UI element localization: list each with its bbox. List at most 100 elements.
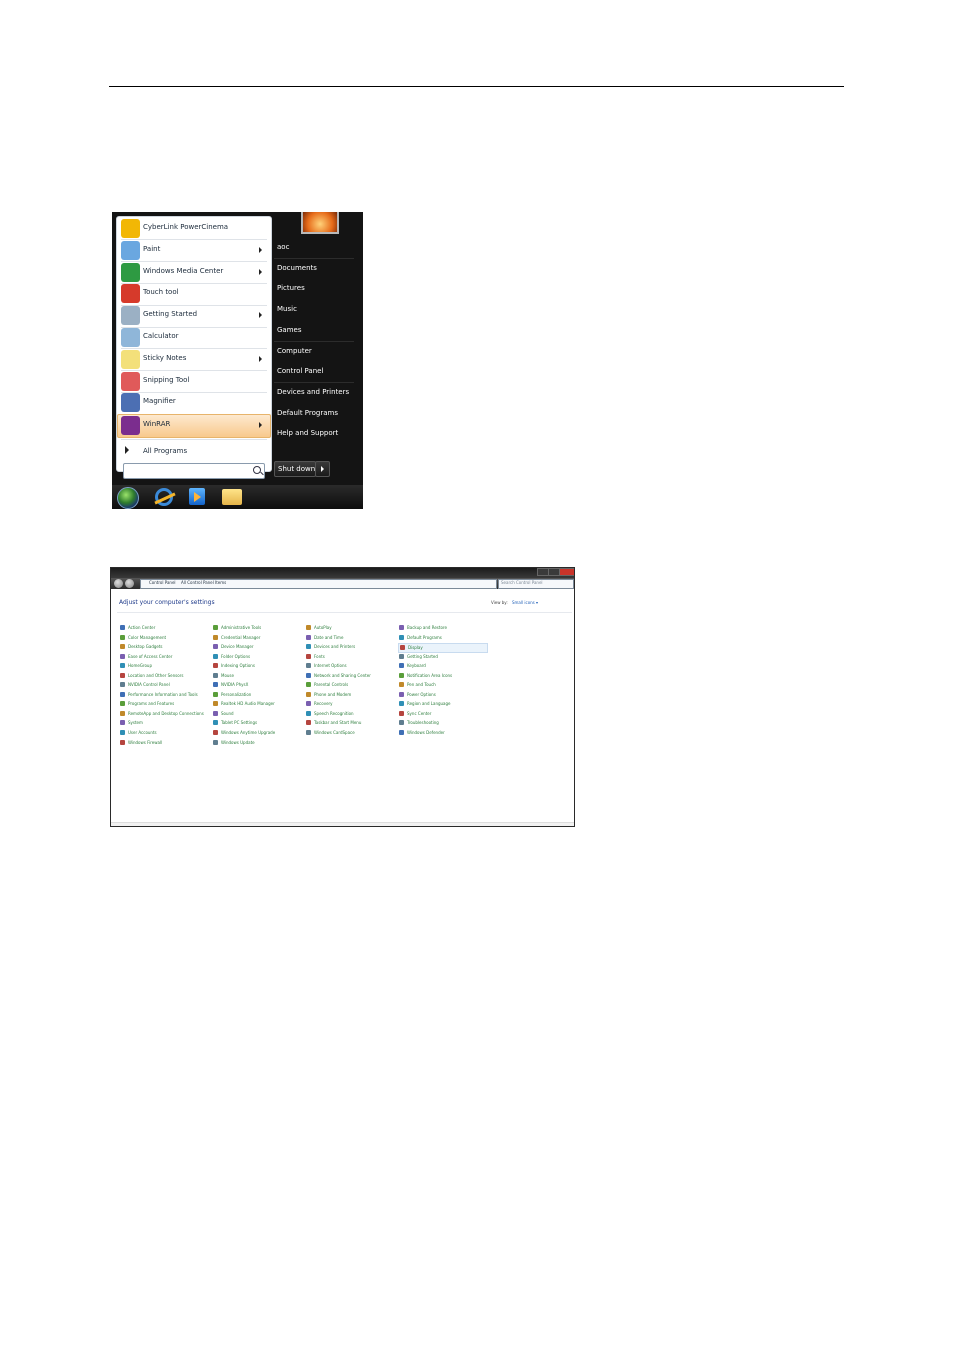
start-right-item-help-and-support[interactable]: Help and Support bbox=[272, 425, 356, 443]
cp-item-location-and-other-sensors[interactable]: Location and Other Sensors bbox=[119, 672, 211, 682]
cp-item-backup-and-restore[interactable]: Backup and Restore bbox=[398, 624, 490, 634]
cp-item-windows-defender[interactable]: Windows Defender bbox=[398, 729, 490, 739]
cp-item-keyboard[interactable]: Keyboard bbox=[398, 662, 490, 672]
cp-item-troubleshooting[interactable]: Troubleshooting bbox=[398, 719, 490, 729]
cp-item-pen-and-touch[interactable]: Pen and Touch bbox=[398, 681, 490, 691]
start-right-item-computer[interactable]: Computer bbox=[272, 343, 356, 361]
cp-item-windows-cardspace[interactable]: Windows CardSpace bbox=[305, 729, 397, 739]
cp-item-remoteapp-and-desktop-connections[interactable]: RemoteApp and Desktop Connections bbox=[119, 710, 211, 720]
cp-item-label: Device Manager bbox=[221, 644, 254, 650]
cp-item-sync-center[interactable]: Sync Center bbox=[398, 710, 490, 720]
cp-item-label: Performance Information and Tools bbox=[128, 691, 198, 697]
internet-explorer-icon[interactable] bbox=[155, 488, 173, 506]
cp-item-label: Default Programs bbox=[407, 634, 442, 640]
cp-item-region-and-language[interactable]: Region and Language bbox=[398, 700, 490, 710]
program-item-calculator[interactable]: Calculator bbox=[118, 327, 270, 349]
close-button[interactable] bbox=[559, 568, 574, 576]
media-player-icon[interactable] bbox=[189, 488, 205, 505]
program-item-windows-media-center[interactable]: Windows Media Center bbox=[118, 262, 270, 284]
all-programs-button[interactable]: All Programs bbox=[118, 442, 270, 460]
breadcrumb-all-items[interactable]: All Control Panel Items bbox=[181, 580, 226, 585]
cp-item-recovery[interactable]: Recovery bbox=[305, 700, 397, 710]
shutdown-options-button[interactable] bbox=[315, 461, 330, 477]
cp-item-indexing-options[interactable]: Indexing Options bbox=[212, 662, 304, 672]
program-item-magnifier[interactable]: Magnifier bbox=[118, 392, 270, 414]
cp-item-notification-area-icons[interactable]: Notification Area Icons bbox=[398, 672, 490, 682]
cp-item-default-programs[interactable]: Default Programs bbox=[398, 634, 490, 644]
cp-item-windows-firewall[interactable]: Windows Firewall bbox=[119, 739, 211, 749]
cp-item-label: Color Management bbox=[128, 634, 167, 640]
cp-item-taskbar-and-start-menu[interactable]: Taskbar and Start Menu bbox=[305, 719, 397, 729]
cp-item-credential-manager[interactable]: Credential Manager bbox=[212, 634, 304, 644]
start-right-item-music[interactable]: Music bbox=[272, 301, 356, 319]
cp-item-programs-and-features[interactable]: Programs and Features bbox=[119, 700, 211, 710]
cp-item-label: Date and Time bbox=[314, 634, 344, 640]
cp-item-user-accounts[interactable]: User Accounts bbox=[119, 729, 211, 739]
cp-item-getting-started[interactable]: Getting Started bbox=[398, 653, 490, 663]
view-by-dropdown[interactable]: Small icons ▾ bbox=[512, 600, 538, 605]
start-right-item-aoc[interactable]: aoc bbox=[272, 239, 356, 257]
user-picture[interactable] bbox=[301, 212, 339, 234]
start-right-item-devices-and-printers[interactable]: Devices and Printers bbox=[272, 384, 356, 402]
cp-item-homegroup[interactable]: HomeGroup bbox=[119, 662, 211, 672]
program-item-sticky-notes[interactable]: Sticky Notes bbox=[118, 349, 270, 371]
cp-item-autoplay[interactable]: AutoPlay bbox=[305, 624, 397, 634]
start-right-item-games[interactable]: Games bbox=[272, 322, 356, 340]
breadcrumb-control-panel[interactable]: Control Panel bbox=[149, 580, 176, 585]
search-icon[interactable] bbox=[253, 466, 261, 474]
cp-item-nvidia-control-panel[interactable]: NVIDIA Control Panel bbox=[119, 681, 211, 691]
control-panel-search-input[interactable]: Search Control Panel bbox=[498, 579, 574, 589]
cp-item-desktop-gadgets[interactable]: Desktop Gadgets bbox=[119, 643, 211, 653]
cp-item-display[interactable]: Display bbox=[398, 643, 488, 653]
cp-item-label: Windows CardSpace bbox=[314, 730, 355, 736]
program-item-getting-started[interactable]: Getting Started bbox=[118, 305, 270, 327]
start-orb-icon[interactable] bbox=[117, 487, 139, 509]
cp-item-ease-of-access-center[interactable]: Ease of Access Center bbox=[119, 653, 211, 663]
shutdown-button[interactable]: Shut down bbox=[274, 461, 316, 477]
cp-item-performance-information-and-tools[interactable]: Performance Information and Tools bbox=[119, 691, 211, 701]
mouse-icon bbox=[213, 672, 218, 678]
program-item-paint[interactable]: Paint bbox=[118, 240, 270, 262]
cp-item-devices-and-printers[interactable]: Devices and Printers bbox=[305, 643, 397, 653]
cp-item-power-options[interactable]: Power Options bbox=[398, 691, 490, 701]
cp-item-windows-update[interactable]: Windows Update bbox=[212, 739, 304, 749]
personalization-icon bbox=[213, 691, 218, 697]
cp-item-color-management[interactable]: Color Management bbox=[119, 634, 211, 644]
breadcrumb[interactable]: Control Panel All Control Panel Items bbox=[140, 579, 497, 589]
cp-item-internet-options[interactable]: Internet Options bbox=[305, 662, 397, 672]
cp-item-personalization[interactable]: Personalization bbox=[212, 691, 304, 701]
start-right-item-default-programs[interactable]: Default Programs bbox=[272, 405, 356, 423]
items-column-1: Action Center Color Management Desktop Gad… bbox=[119, 624, 211, 748]
cp-item-label: Fonts bbox=[314, 653, 325, 659]
cp-item-device-manager[interactable]: Device Manager bbox=[212, 643, 304, 653]
start-right-item-pictures[interactable]: Pictures bbox=[272, 280, 356, 298]
program-item-snipping-tool[interactable]: Snipping Tool bbox=[118, 371, 270, 393]
cp-item-fonts[interactable]: Fonts bbox=[305, 653, 397, 663]
cp-item-mouse[interactable]: Mouse bbox=[212, 672, 304, 682]
cp-item-administrative-tools[interactable]: Administrative Tools bbox=[212, 624, 304, 634]
cp-item-phone-and-modem[interactable]: Phone and Modem bbox=[305, 691, 397, 701]
program-item-cyberlink-powercinema[interactable]: CyberLink PowerCinema bbox=[118, 218, 270, 240]
cp-item-date-and-time[interactable]: Date and Time bbox=[305, 634, 397, 644]
back-button[interactable] bbox=[114, 579, 123, 588]
cp-item-system[interactable]: System bbox=[119, 719, 211, 729]
cp-item-nvidia-physx[interactable]: NVIDIA PhysX bbox=[212, 681, 304, 691]
cp-item-parental-controls[interactable]: Parental Controls bbox=[305, 681, 397, 691]
start-right-item-documents[interactable]: Documents bbox=[272, 260, 356, 278]
program-item-winrar[interactable]: WinRAR bbox=[117, 414, 271, 439]
cp-item-action-center[interactable]: Action Center bbox=[119, 624, 211, 634]
start-right-item-control-panel[interactable]: Control Panel bbox=[272, 363, 356, 381]
cp-item-tablet-pc-settings[interactable]: Tablet PC Settings bbox=[212, 719, 304, 729]
cp-item-label: Mouse bbox=[221, 672, 234, 678]
program-item-touch-tool[interactable]: Touch tool bbox=[118, 283, 270, 305]
winrar-icon bbox=[121, 416, 140, 436]
start-search-input[interactable] bbox=[123, 463, 265, 479]
cp-item-folder-options[interactable]: Folder Options bbox=[212, 653, 304, 663]
cp-item-realtek-hd-audio-manager[interactable]: Realtek HD Audio Manager bbox=[212, 700, 304, 710]
cp-item-sound[interactable]: Sound bbox=[212, 710, 304, 720]
cp-item-speech-recognition[interactable]: Speech Recognition bbox=[305, 710, 397, 720]
cp-item-windows-anytime-upgrade[interactable]: Windows Anytime Upgrade bbox=[212, 729, 304, 739]
cp-item-network-and-sharing-center[interactable]: Network and Sharing Center bbox=[305, 672, 397, 682]
forward-button[interactable] bbox=[125, 579, 134, 588]
folder-icon[interactable] bbox=[222, 489, 242, 505]
